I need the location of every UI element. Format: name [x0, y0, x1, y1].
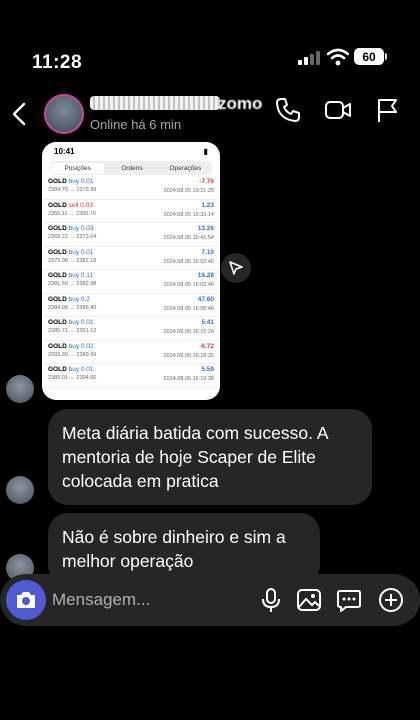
- trade-date: 2024.08.05 16:05:49: [163, 305, 214, 312]
- chat-header: zomo Online há 6 min: [0, 88, 420, 142]
- trade-symbol: GOLD sell 0.03: [48, 201, 93, 209]
- status-bar: 11:28 60: [0, 0, 420, 90]
- shot-trade-row: GOLD sell 0.03 2366.11 → 2365.70 1.23 2024.…: [42, 200, 220, 223]
- signal-icon: [298, 51, 320, 65]
- trade-date: 2024.08.05 19:21:25: [163, 188, 214, 194]
- message-text: Meta diária batida com sucesso. A mentor…: [62, 423, 328, 491]
- gallery-icon[interactable]: [296, 587, 322, 613]
- trade-date: 2024.08.05 15:33:14: [163, 211, 214, 218]
- shot-trade-row: GOLD buy 0.03 2369.22 → 2373.64 13.26 2024.…: [42, 223, 220, 247]
- shot-tab-positions: Posições: [51, 162, 105, 174]
- battery-indicator: 60: [354, 48, 384, 65]
- shot-trade-row: GOLD buy 0.01 2384.75 → 2376.99 -7.76 2024.…: [42, 176, 220, 200]
- battery-nub: [385, 53, 387, 60]
- trade-symbol: GOLD buy 0.01: [48, 366, 94, 373]
- status-time: 11:28: [32, 52, 83, 73]
- trade-symbol: GOLD buy 0.01: [48, 248, 94, 256]
- shot-trade-row: GOLD buy 0.2 2384.08 → 2386.40 47.60 2024.0…: [42, 294, 220, 317]
- back-arrow-icon[interactable]: [12, 102, 26, 126]
- shot-trade-row: GOLD buy 0.02 2393.30 → 2389.99 -6.72 2024.…: [42, 341, 220, 364]
- shot-battery-icon: ▮: [203, 146, 208, 156]
- trade-symbol: GOLD buy 0.01: [48, 319, 94, 326]
- share-button[interactable]: [221, 253, 251, 283]
- message-bubble[interactable]: Meta diária batida com sucesso. A mentor…: [48, 409, 372, 505]
- trade-date: 2024.08.05 16:15:24: [163, 329, 214, 335]
- video-call-icon[interactable]: [324, 96, 352, 124]
- redacted-name-scribble: [90, 96, 220, 110]
- sticker-icon[interactable]: [336, 587, 362, 613]
- shot-trade-list: GOLD buy 0.01 2384.75 → 2376.99 -7.76 2024.…: [42, 176, 220, 388]
- shot-trade-row: GOLD buy 0.01 2385.71 → 2391.12 5.41 2024.0…: [42, 317, 220, 341]
- trade-date: 2024.08.05 15:41:54: [163, 235, 214, 241]
- shot-tab-deals: Operações: [169, 164, 202, 172]
- add-icon[interactable]: [378, 587, 404, 613]
- trade-symbol: GOLD buy 0.2: [48, 295, 90, 303]
- camera-icon: [17, 592, 35, 608]
- trade-profit: 7.10: [201, 248, 214, 256]
- trade-symbol: GOLD buy 0.01: [48, 178, 94, 185]
- trade-date: 2024.08.05 16:19:38: [163, 376, 214, 382]
- trade-date: 2024.08.05 16:02:40: [163, 258, 214, 265]
- shot-tab-orders: Ordens: [121, 164, 143, 172]
- trade-profit: -6.72: [199, 342, 214, 350]
- trade-profit: 1.23: [201, 201, 214, 209]
- trade-date: 2024.08.05 16:02:49: [163, 282, 214, 288]
- sender-avatar[interactable]: [6, 476, 34, 504]
- message-composer: [0, 574, 420, 626]
- shot-trade-row: GOLD buy 0.01 2389.01 → 2394.60 5.59 2024.0…: [42, 364, 220, 388]
- flag-icon[interactable]: [374, 96, 402, 124]
- shot-status-bar: 10:41 ▮: [42, 142, 220, 160]
- presence-status: Online há 6 min: [90, 117, 182, 132]
- send-icon: [229, 261, 243, 275]
- trade-profit: 47.60: [197, 295, 214, 303]
- message-text: Não é sobre dinheiro e sim a melhor oper…: [62, 527, 286, 571]
- trade-profit: 5.59: [201, 366, 214, 373]
- shot-time: 10:41: [54, 146, 75, 156]
- message-input[interactable]: [52, 574, 232, 626]
- wifi-icon: [327, 48, 349, 66]
- shot-trade-row: GOLD buy 0.11 2381.50 → 2382.98 16.28 2024.…: [42, 270, 220, 294]
- trade-symbol: GOLD buy 0.02: [48, 342, 94, 350]
- contact-name[interactable]: zomo: [218, 94, 262, 114]
- trade-symbol: GOLD buy 0.11: [48, 272, 94, 279]
- contact-avatar[interactable]: [44, 94, 84, 134]
- trade-profit: 16.28: [197, 272, 214, 279]
- phone-icon[interactable]: [274, 96, 302, 124]
- trade-date: 2024.08.05 16:18:25: [163, 352, 214, 359]
- shot-tabs: Posições Ordens Operações: [50, 161, 212, 175]
- microphone-icon[interactable]: [258, 587, 284, 613]
- trade-symbol: GOLD buy 0.03: [48, 225, 94, 232]
- trade-profit: -7.76: [199, 178, 214, 185]
- trade-profit: 5.41: [201, 319, 214, 326]
- shot-trade-row: GOLD buy 0.01 2375.08 → 2382.18 7.10 2024.0…: [42, 247, 220, 270]
- sender-avatar[interactable]: [6, 375, 34, 403]
- camera-button[interactable]: [6, 580, 46, 620]
- shared-screenshot-image[interactable]: 10:41 ▮ Posições Ordens Operações GOLD b…: [42, 142, 220, 400]
- trade-profit: 13.26: [197, 225, 214, 232]
